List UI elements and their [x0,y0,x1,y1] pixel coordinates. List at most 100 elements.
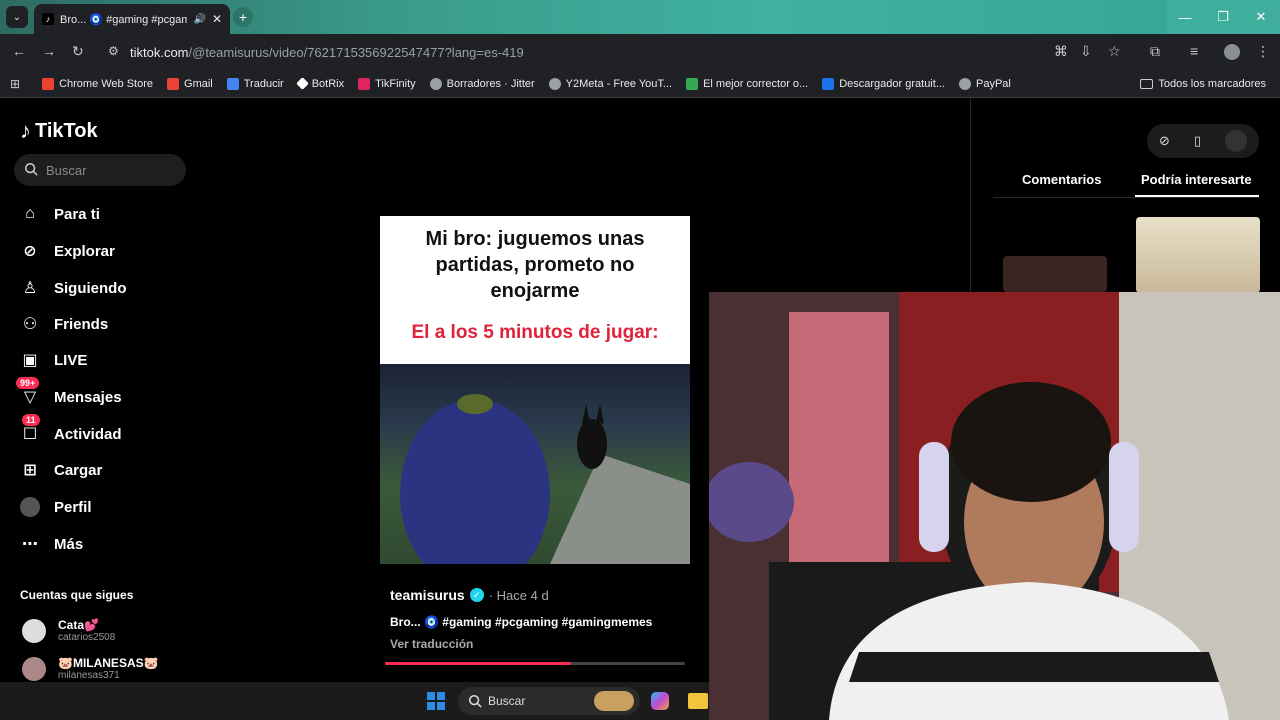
avatar [22,656,46,681]
following-account[interactable]: Cata💕 catarios2508 [22,618,115,643]
tikfinity-icon [358,77,371,90]
url-host: tiktok.com [130,44,189,60]
nav-label: Mensajes [54,388,122,406]
live-icon: ▣ [22,352,38,369]
nav-perfil[interactable]: Perfil [20,497,92,517]
search-highlight-icon [594,691,634,711]
back-icon[interactable]: ← [12,43,26,59]
bookmark-jitter[interactable]: Borradores · Jitter [429,77,535,90]
avatar [22,618,46,643]
video-caption-red: El a los 5 minutos de jugar: [411,322,659,343]
video-frame [380,364,690,564]
bookmark-chrome-web-store[interactable]: Chrome Web Store [42,77,153,90]
install-icon[interactable]: ⇩ [1080,43,1092,60]
downloader-icon [822,77,835,90]
reload-icon[interactable]: ↻ [72,43,84,60]
browser-tab[interactable]: ♪ Bro... 🧿 #gaming #pcgam 🔊 ✕ [34,4,230,34]
taskbar-search[interactable]: Buscar [458,687,640,715]
bookmark-label: Traducir [243,77,284,90]
bookmark-botrix[interactable]: BotRix [295,77,344,90]
apps-icon[interactable]: ⊞ [10,77,20,91]
bookmark-descargador[interactable]: Descargador gratuit... [822,77,945,90]
bookmark-corrector[interactable]: El mejor corrector o... [686,77,808,90]
webcam-overlay [709,292,1280,720]
bookmark-paypal[interactable]: PayPal [958,77,1011,90]
verified-icon: ✓ [469,588,484,602]
bookmark-tikfinity[interactable]: TikFinity [358,77,416,90]
search-input[interactable]: Buscar [14,154,186,186]
tab-comentarios[interactable]: Comentarios [1022,172,1101,187]
nav-label: Más [54,535,84,553]
copilot-icon[interactable] [651,692,669,710]
avatar[interactable] [1224,130,1247,152]
site-info-icon[interactable]: ⚙ [108,44,119,58]
reading-list-icon[interactable]: ≡ [1190,43,1198,59]
nav-label: Cargar [54,461,103,479]
bookmark-y2meta[interactable]: Y2Meta - Free YouT... [548,77,673,90]
bookmark-icon [42,77,55,90]
nav-label: LIVE [54,351,88,369]
translate-icon[interactable]: ⌘ [1054,43,1068,60]
active-tab-indicator [1135,195,1259,197]
bookmark-label: TikFinity [375,77,416,90]
author-name: teamisurus [390,587,465,603]
nav-live[interactable]: ▣ LIVE [20,350,87,370]
following-account[interactable]: 🐷MILANESAS🐷 milanesas371 [22,656,159,681]
nav-para-ti[interactable]: ⌂ Para ti [20,204,100,224]
nav-label: Actividad [54,425,122,443]
upload-icon: ⊞ [23,462,37,479]
video-description: Bro... 🧿 #gaming #pcgaming #gamingmemes [390,615,653,629]
close-tab-icon[interactable]: ✕ [212,12,222,26]
extensions-icon[interactable]: ⧉ [1150,43,1160,60]
address-bar[interactable]: ⚙ tiktok.com/@teamisurus/video/762171535… [102,38,1142,66]
nav-mensajes[interactable]: ▽ 99+ Mensajes [16,377,122,407]
home-icon: ⌂ [25,205,35,222]
compass-icon[interactable]: ⊘ [1159,133,1170,149]
bookmark-traducir[interactable]: Traducir [226,77,284,90]
tab-podria-interesarte[interactable]: Podría interesarte [1141,172,1252,187]
forward-icon[interactable]: → [42,43,56,59]
restore-button[interactable]: ❐ [1204,0,1242,34]
menu-icon[interactable]: ⋮ [1256,43,1270,60]
minimize-button[interactable]: — [1166,0,1204,34]
nav-siguiendo[interactable]: ♙ Siguiendo [20,278,127,298]
speaker-icon[interactable]: 🔊 [193,14,205,25]
new-tab-button[interactable]: + [233,7,253,27]
bookmark-label: PayPal [975,77,1011,90]
bookmark-label: Gmail [184,77,213,90]
nav-friends[interactable]: ⚇ Friends [20,314,108,334]
nav-explorar[interactable]: ⊘ Explorar [20,241,115,261]
browser-tab-bar: ⌄ ♪ Bro... 🧿 #gaming #pcgam 🔊 ✕ + — ❐ ✕ [0,0,1280,34]
close-window-button[interactable]: ✕ [1242,0,1280,34]
nav-cargar[interactable]: ⊞ Cargar [20,460,102,480]
suggested-video-thumbnail[interactable] [1003,256,1107,292]
tiktok-logo[interactable]: ♪ TikTok [20,118,98,144]
account-name: Cata💕 [58,618,99,632]
gmail-icon [167,77,180,90]
following-icon: ♙ [22,280,38,297]
progress-fill [385,662,571,665]
nav-actividad[interactable]: ☐ 11 Actividad [20,414,122,444]
video-progress-bar[interactable] [385,662,685,665]
video-player[interactable]: Mi bro: juguemos unas partidas, prometo … [380,216,690,564]
star-icon[interactable]: ☆ [1108,43,1121,60]
profile-avatar[interactable] [1224,44,1240,60]
globe-icon [958,77,971,90]
see-translation-link[interactable]: Ver traducción [390,637,473,651]
nav-mas[interactable]: ⋯ Más [20,534,83,554]
file-explorer-icon[interactable] [688,693,708,709]
more-icon: ⋯ [22,536,38,553]
all-bookmarks-label: Todos los marcadores [1158,77,1266,90]
bookmarks-bar: ⊞ Chrome Web Store Gmail Traducir BotRix… [0,70,1280,98]
suggested-video-thumbnail[interactable] [1136,217,1260,293]
nav-label: Para ti [54,205,100,223]
all-bookmarks[interactable]: Todos los marcadores [1140,78,1266,90]
bookmark-label: Y2Meta - Free YouT... [565,77,673,90]
video-author[interactable]: teamisurus ✓ · Hace 4 d [390,587,549,603]
windows-start-icon[interactable] [427,692,445,710]
bookmark-gmail[interactable]: Gmail [167,77,213,90]
tab-search-button[interactable]: ⌄ [6,6,28,28]
friends-icon: ⚇ [22,316,38,333]
bookmark-label: Borradores · Jitter [446,77,535,90]
phone-icon[interactable]: ▯ [1194,133,1201,149]
